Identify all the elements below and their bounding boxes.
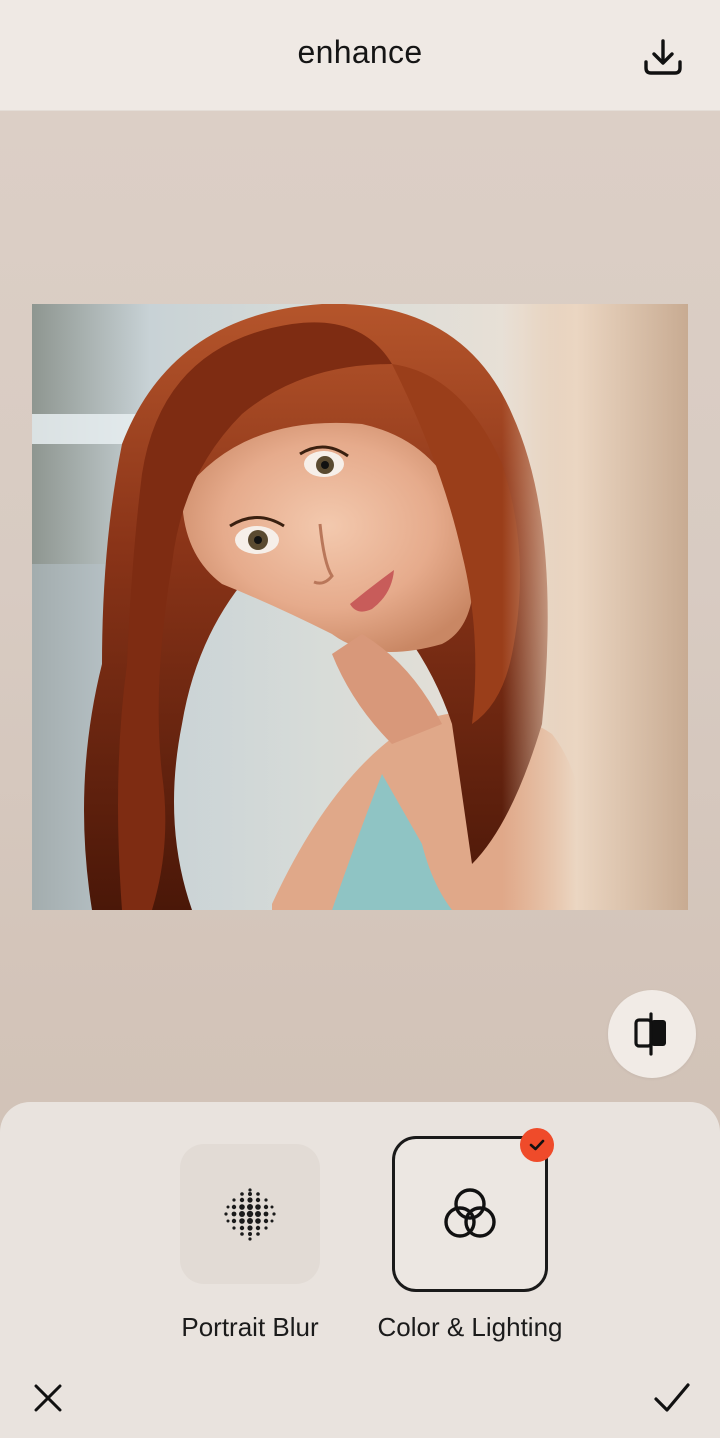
color-lighting-tool[interactable] xyxy=(392,1136,548,1292)
close-icon xyxy=(34,1384,62,1412)
tools-sheet: Portrait Blur Color & Lighting xyxy=(0,1102,720,1438)
compare-button[interactable] xyxy=(608,990,696,1078)
top-bar: enhance xyxy=(0,0,720,111)
dots-grid-icon xyxy=(224,1188,276,1241)
selected-badge xyxy=(520,1128,554,1162)
enhanced-photo xyxy=(32,304,688,910)
color-lighting-label: Color & Lighting xyxy=(377,1312,563,1342)
portrait-image xyxy=(32,304,688,910)
close-button[interactable] xyxy=(28,1378,68,1418)
confirm-button[interactable] xyxy=(650,1378,694,1418)
compare-split-icon xyxy=(634,1012,666,1056)
download-icon xyxy=(644,39,682,75)
page-title: enhance xyxy=(297,34,423,70)
download-button[interactable] xyxy=(636,30,690,84)
confirm-check-icon xyxy=(654,1383,690,1412)
checkmark-icon xyxy=(529,1139,545,1151)
portrait-blur-label: Portrait Blur xyxy=(181,1312,319,1342)
portrait-blur-tool[interactable] xyxy=(180,1144,320,1284)
intertwined-circles-icon xyxy=(444,1188,496,1238)
